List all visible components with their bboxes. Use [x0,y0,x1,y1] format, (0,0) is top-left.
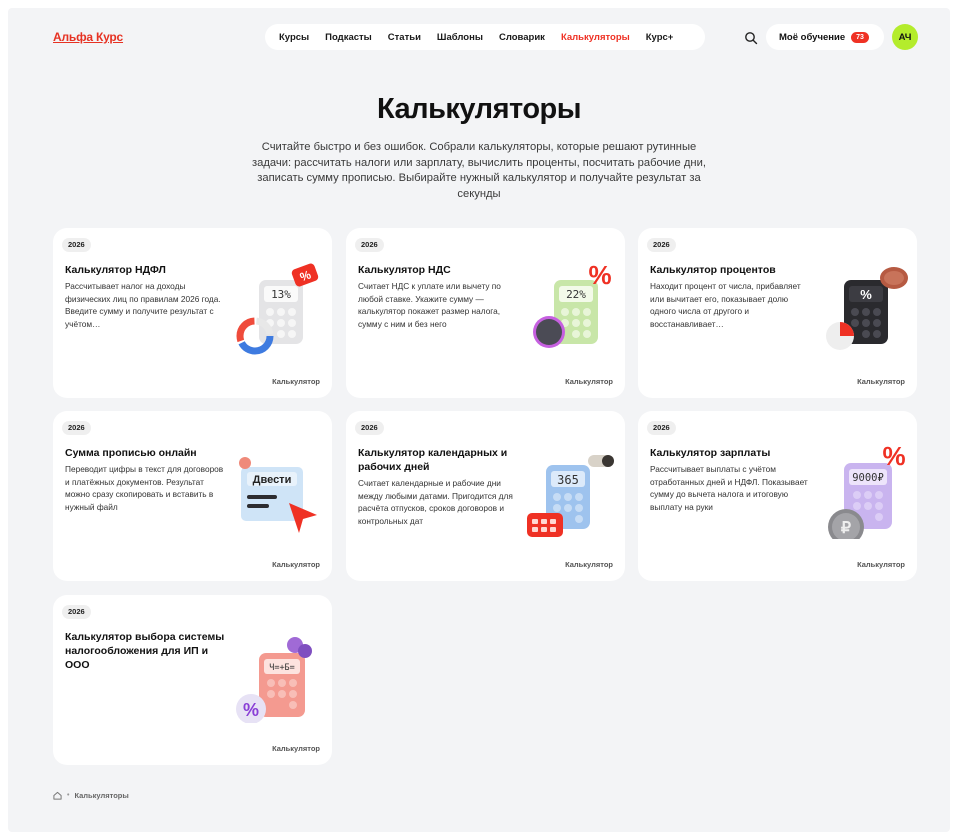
card-description: Рассчитывает налог на доходы физических … [65,281,221,330]
breadcrumb: • Калькуляторы [53,791,129,800]
page-title: Калькуляторы [376,93,582,125]
doc-text: Двести [253,474,292,486]
avatar[interactable]: АЧ [892,24,918,50]
search-icon[interactable] [744,31,758,45]
card-type: Калькулятор [565,377,613,386]
nav-course-plus[interactable]: Курс+ [646,32,674,43]
card-description: Считает календарные и рабочие дни между … [358,478,513,527]
card-description: Переводит цифры в текст для договоров и … [65,464,224,513]
amount-in-words-illustration: Двести [239,457,317,533]
page-subtitle: Считайте быстро и без ошибок. Собрали ка… [252,141,706,200]
calc-screen-text: Ч=+Б= [269,663,295,673]
days-calculator-illustration: 365 [527,455,614,537]
nav-courses[interactable]: Курсы [279,32,309,43]
calculator-card-tax-system[interactable]: 2026 Калькулятор выбора системы налогооб… [53,595,332,765]
card-title: Калькулятор календарных и рабочих дней [358,447,508,473]
svg-text:₽: ₽ [841,520,851,537]
card-type: Калькулятор [857,377,905,386]
nav-templates[interactable]: Шаблоны [437,32,483,43]
calculator-card-days[interactable]: 2026 Калькулятор календарных и рабочих д… [346,411,625,581]
nav-articles[interactable]: Статьи [388,32,421,43]
svg-text:%: % [243,700,259,720]
salary-calculator-illustration: 9000₽ ₽ % [828,441,906,539]
card-title: Калькулятор выбора системы налогообложен… [65,631,225,671]
card-title: Калькулятор НДФЛ [65,264,166,276]
main-nav: Курсы Подкасты Статьи Шаблоны Словарик К… [265,24,705,50]
my-learning-count-badge: 73 [851,31,869,43]
logo[interactable]: Альфа Курс [53,30,123,44]
card-type: Калькулятор [857,560,905,569]
breadcrumb-current: Калькуляторы [74,791,129,800]
breadcrumb-separator: • [67,792,70,799]
calc-screen-text: % [860,287,872,302]
year-tag: 2026 [647,421,676,435]
card-title: Сумма прописью онлайн [65,447,197,459]
year-tag: 2026 [355,421,384,435]
percent-calculator-illustration: % [826,267,908,350]
tax-system-calculator-illustration: Ч=+Б= % [236,637,312,723]
calc-screen-text: 9000₽ [852,472,884,484]
calc-screen-text: 22% [566,288,586,301]
card-title: Калькулятор НДС [358,264,451,276]
year-tag: 2026 [62,238,91,252]
card-type: Калькулятор [565,560,613,569]
svg-text:%: % [588,260,611,290]
year-tag: 2026 [62,605,91,619]
calculator-card-vat[interactable]: 2026 Калькулятор НДС Считает НДС к уплат… [346,228,625,398]
year-tag: 2026 [62,421,91,435]
nav-podcasts[interactable]: Подкасты [325,32,372,43]
calculator-card-ndfl[interactable]: 2026 Калькулятор НДФЛ Рассчитывает налог… [53,228,332,398]
ndfl-calculator-illustration: 13% % [236,263,319,355]
nav-dictionary[interactable]: Словарик [499,32,545,43]
calc-screen-text: 365 [557,473,579,487]
card-type: Калькулятор [272,744,320,753]
calculator-card-percent[interactable]: 2026 Калькулятор процентов Находит проце… [638,228,917,398]
card-title: Калькулятор зарплаты [650,447,771,459]
calculator-card-salary[interactable]: 2026 Калькулятор зарплаты Рассчитывает в… [638,411,917,581]
card-title: Калькулятор процентов [650,264,776,276]
vat-calculator-illustration: 22% % [533,260,612,348]
nav-calculators[interactable]: Калькуляторы [561,32,630,43]
year-tag: 2026 [355,238,384,252]
card-description: Находит процент от числа, прибавляет или… [650,281,801,330]
card-type: Калькулятор [272,560,320,569]
card-description: Рассчитывает выплаты с учётом отработанн… [650,464,808,513]
calc-screen-text: 13% [271,288,291,301]
card-type: Калькулятор [272,377,320,386]
calculator-card-amount-in-words[interactable]: 2026 Сумма прописью онлайн Переводит циф… [53,411,332,581]
my-learning-label: Моё обучение [779,31,846,43]
my-learning-button[interactable]: Моё обучение 73 [766,24,884,50]
card-description: Считает НДС к уплате или вычету по любой… [358,281,501,330]
page: Альфа Курс Курсы Подкасты Статьи Шаблоны… [8,8,950,832]
year-tag: 2026 [647,238,676,252]
svg-text:%: % [882,441,905,471]
home-icon[interactable] [53,791,62,800]
